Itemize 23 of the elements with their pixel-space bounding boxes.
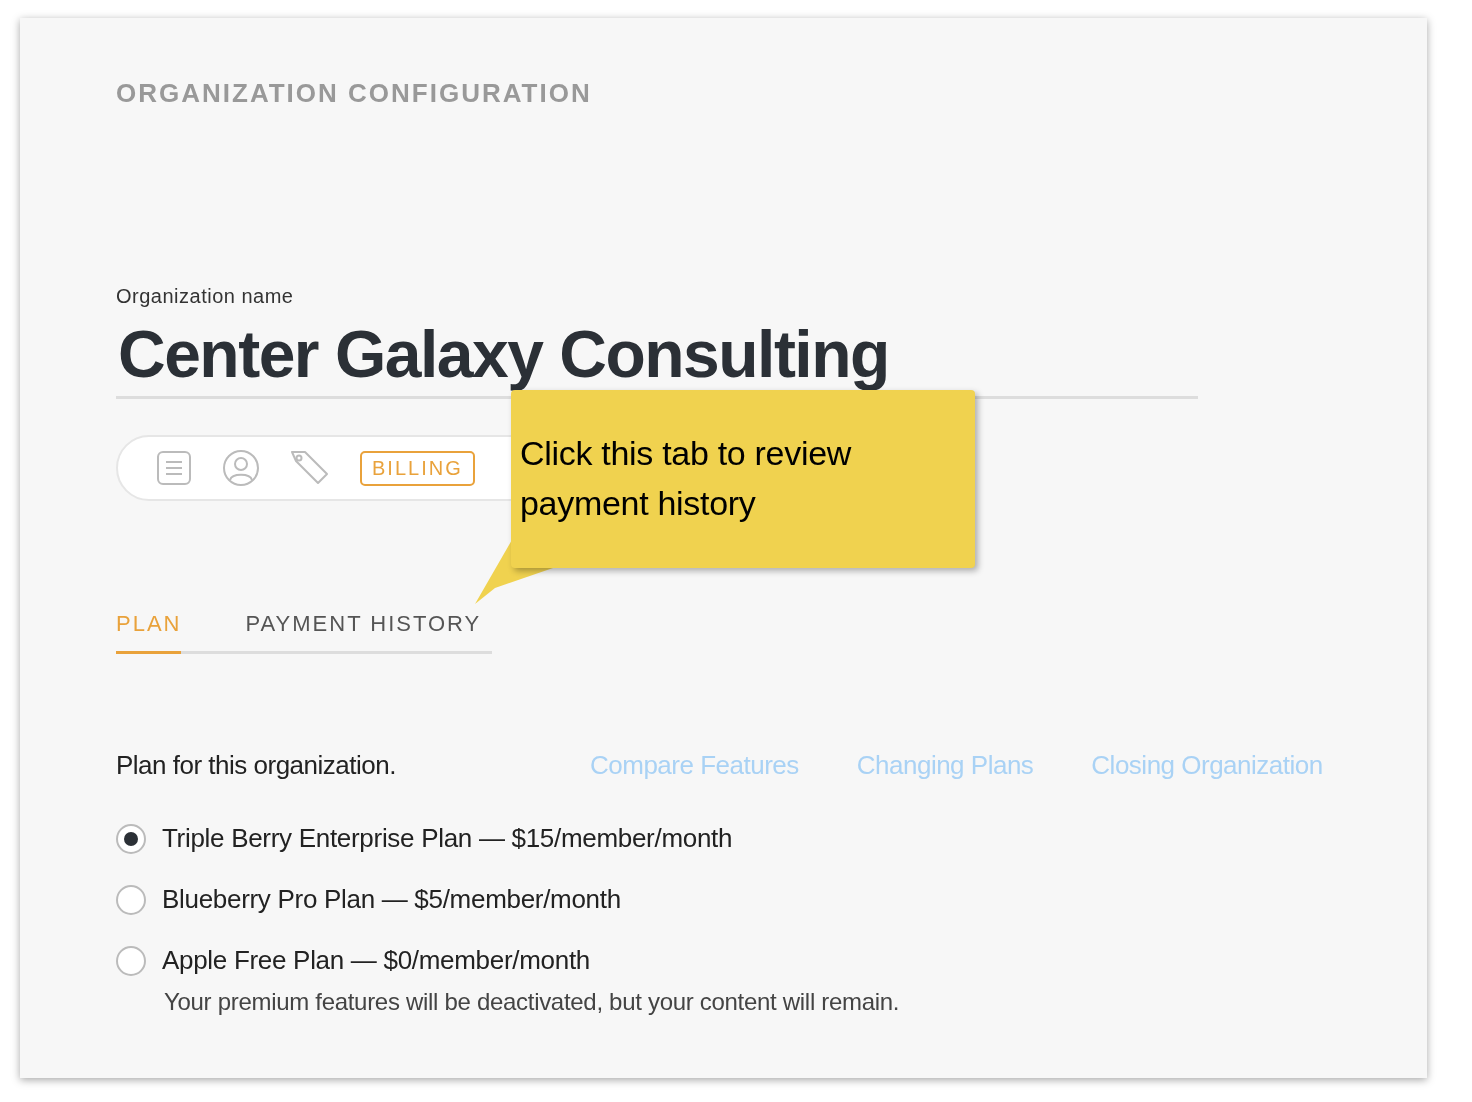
tab[interactable]: PLAN: [116, 611, 182, 654]
plan-option-label: Blueberry Pro Plan — $5/member/month: [162, 884, 621, 915]
user-icon: [222, 449, 260, 487]
plan-option-label: Apple Free Plan — $0/member/month: [162, 945, 590, 976]
section-heading: Plan for this organization.: [116, 750, 397, 781]
section-tab[interactable]: [156, 450, 192, 486]
section-tab[interactable]: [222, 449, 260, 487]
help-link[interactable]: Closing Organization: [1091, 750, 1323, 781]
billing-tab[interactable]: BILLING: [360, 450, 475, 486]
help-link[interactable]: Compare Features: [590, 750, 799, 781]
tab[interactable]: PAYMENT HISTORY: [245, 611, 482, 654]
plan-option-label: Triple Berry Enterprise Plan — $15/member/month: [162, 823, 733, 854]
page-title: ORGANIZATION CONFIGURATION: [116, 78, 592, 109]
section-tab[interactable]: [290, 450, 330, 486]
radio-button[interactable]: [116, 945, 146, 976]
radio-button[interactable]: [116, 823, 146, 854]
callout-text: Click this tab to review payment history: [520, 434, 852, 522]
document-icon: [156, 450, 192, 486]
help-link[interactable]: Changing Plans: [856, 750, 1034, 781]
radio-button[interactable]: [116, 884, 146, 915]
tag-icon: [290, 450, 330, 486]
plan-note: Your premium features will be deactivated, but your content will remain.: [164, 988, 901, 1016]
field-label: Organization name: [116, 285, 294, 308]
